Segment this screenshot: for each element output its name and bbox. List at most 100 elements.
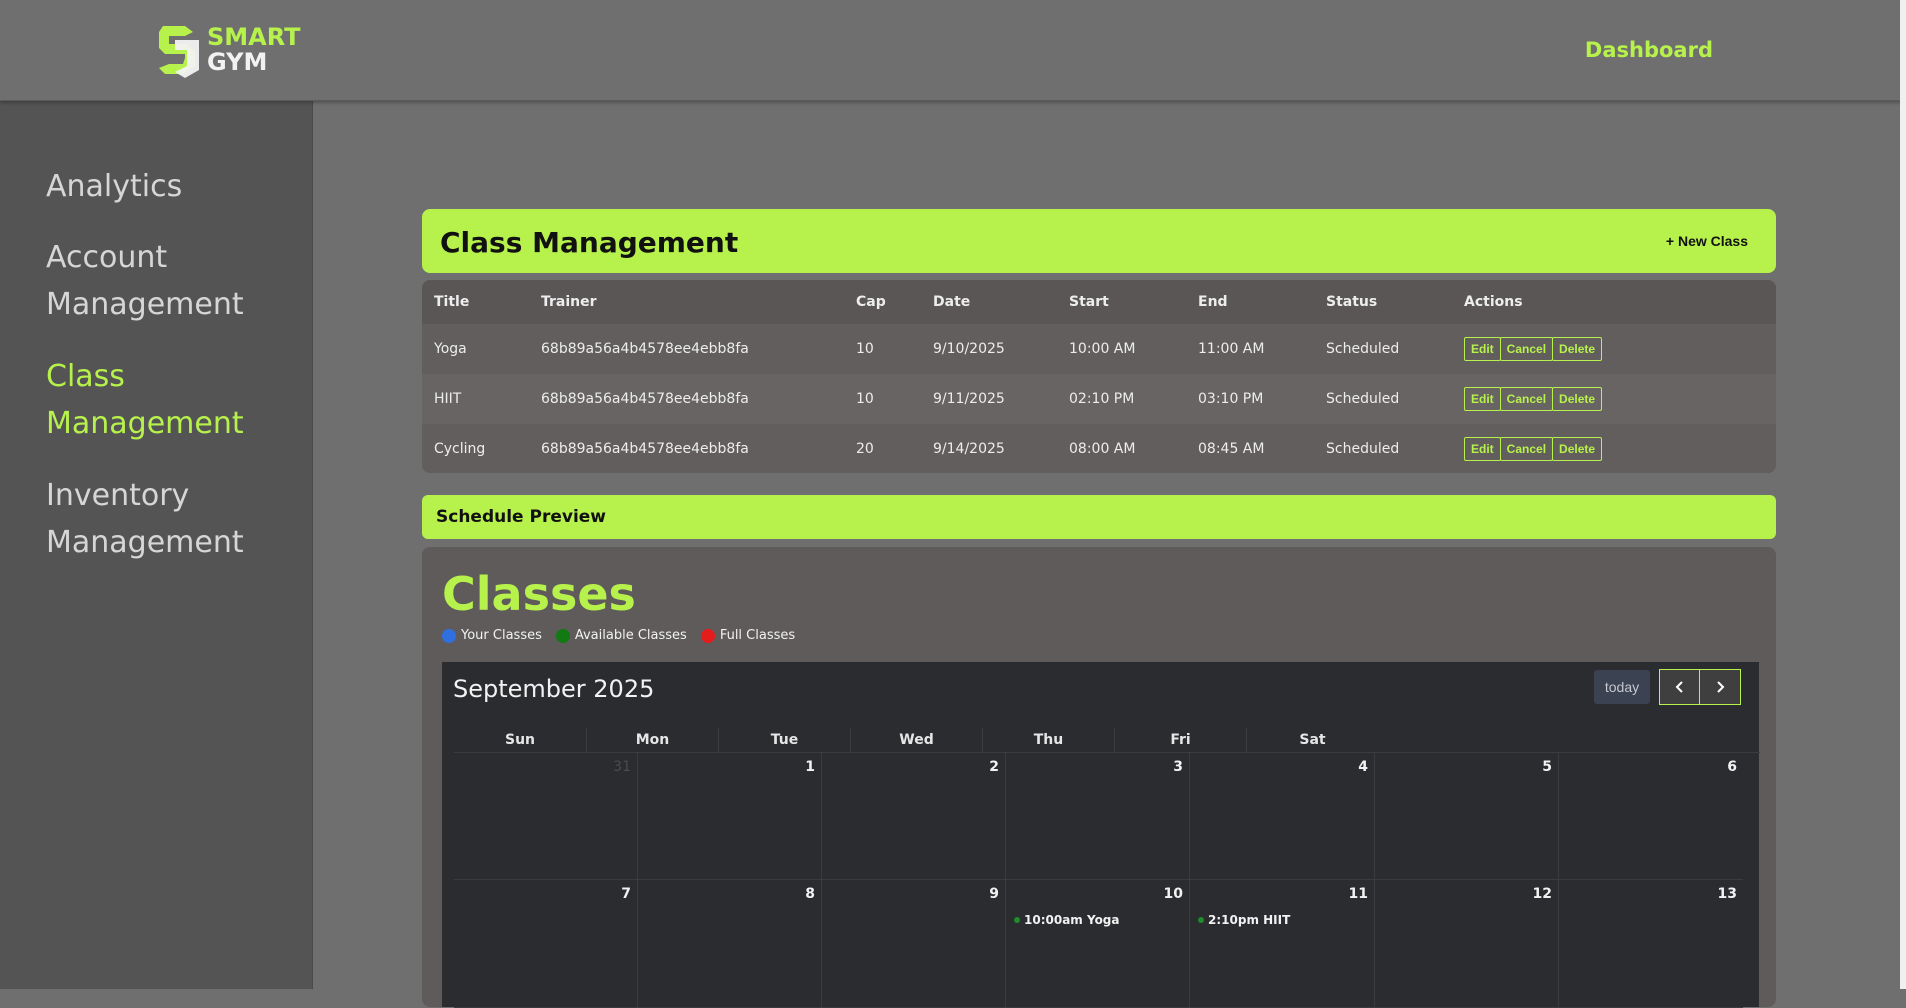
calendar-day-cell[interactable]: 5 bbox=[1374, 753, 1558, 880]
cell-start: 10:00 AM bbox=[1057, 324, 1186, 374]
day-number: 7 bbox=[621, 886, 631, 902]
cell-date: 9/11/2025 bbox=[921, 374, 1057, 424]
weekday-sat: Sat bbox=[1246, 728, 1378, 752]
table-row: HIIT 68b89a56a4b4578ee4ebb8fa 10 9/11/20… bbox=[422, 374, 1776, 424]
table-row: Cycling 68b89a56a4b4578ee4ebb8fa 20 9/14… bbox=[422, 424, 1776, 473]
schedule-preview-header: Schedule Preview bbox=[422, 495, 1776, 539]
cell-status: Scheduled bbox=[1314, 374, 1452, 424]
class-management-header: Class Management + New Class bbox=[422, 209, 1776, 273]
scrollbar[interactable] bbox=[1900, 0, 1906, 989]
cell-trainer: 68b89a56a4b4578ee4ebb8fa bbox=[529, 324, 844, 374]
cell-date: 9/14/2025 bbox=[921, 424, 1057, 473]
cell-cap: 10 bbox=[844, 374, 921, 424]
sidebar: Analytics Account Management Class Manag… bbox=[0, 101, 313, 989]
cell-actions: Edit Cancel Delete bbox=[1452, 324, 1776, 374]
cancel-button[interactable]: Cancel bbox=[1499, 337, 1554, 361]
day-number: 8 bbox=[805, 886, 815, 902]
col-title: Title bbox=[422, 280, 529, 324]
weekday-sun: Sun bbox=[504, 732, 536, 748]
calendar-event[interactable]: 10:00am Yoga bbox=[1014, 913, 1120, 927]
weekday-wed: Wed bbox=[850, 728, 982, 752]
day-number: 12 bbox=[1532, 886, 1552, 902]
day-number: 9 bbox=[989, 886, 999, 902]
cell-title: Cycling bbox=[422, 424, 529, 473]
logo-icon bbox=[159, 26, 199, 78]
weekday-mon: Mon bbox=[586, 728, 718, 752]
schedule-preview-title: Schedule Preview bbox=[436, 507, 607, 527]
next-month-button[interactable] bbox=[1700, 669, 1741, 705]
cell-cap: 20 bbox=[844, 424, 921, 473]
cell-title: HIIT bbox=[422, 374, 529, 424]
event-dot bbox=[1014, 917, 1020, 923]
day-number: 11 bbox=[1348, 886, 1368, 902]
classes-heading: Classes bbox=[442, 567, 636, 621]
legend-label: Full Classes bbox=[719, 628, 796, 643]
calendar: September 2025 today Sun Mon Tue Wed Thu… bbox=[442, 662, 1760, 1008]
prev-month-button[interactable] bbox=[1659, 669, 1700, 705]
event-label: 2:10pm HIIT bbox=[1208, 913, 1291, 927]
top-bar: SMART GYM Dashboard bbox=[0, 0, 1906, 101]
cell-actions: Edit Cancel Delete bbox=[1452, 374, 1776, 424]
sidebar-item-analytics[interactable]: Analytics bbox=[46, 163, 296, 210]
calendar-nav bbox=[1659, 669, 1741, 705]
cell-end: 11:00 AM bbox=[1186, 324, 1314, 374]
chevron-left-icon bbox=[1675, 681, 1683, 693]
table-row: Yoga 68b89a56a4b4578ee4ebb8fa 10 9/10/20… bbox=[422, 324, 1776, 374]
col-actions: Actions bbox=[1452, 280, 1776, 324]
cell-date: 9/10/2025 bbox=[921, 324, 1057, 374]
col-trainer: Trainer bbox=[529, 280, 844, 324]
legend-dot-red bbox=[700, 628, 715, 643]
schedule-preview-panel: Classes Your Classes Available Classes F… bbox=[422, 547, 1776, 1008]
day-number: 5 bbox=[1542, 759, 1552, 775]
day-number: 1 bbox=[805, 759, 815, 775]
classes-table: Title Trainer Cap Date Start End Status … bbox=[422, 280, 1776, 473]
calendar-day-cell[interactable]: 31 bbox=[454, 753, 637, 880]
calendar-grid: 31 1 2 3 4 5 6 7 8 9 10 10:00am Yoga 11 … bbox=[454, 752, 1760, 1008]
calendar-day-cell[interactable]: 2 bbox=[821, 753, 1005, 880]
brand-logo[interactable]: SMART GYM bbox=[155, 22, 301, 78]
sidebar-item-inventory-management[interactable]: Inventory Management bbox=[46, 472, 296, 566]
day-number: 31 bbox=[613, 759, 631, 775]
cell-trainer: 68b89a56a4b4578ee4ebb8fa bbox=[529, 424, 844, 473]
cancel-button[interactable]: Cancel bbox=[1499, 387, 1554, 411]
day-number: 13 bbox=[1717, 886, 1737, 902]
event-label: 10:00am Yoga bbox=[1024, 913, 1120, 927]
col-end: End bbox=[1186, 280, 1314, 324]
brand-line2: GYM bbox=[207, 48, 268, 76]
day-number: 6 bbox=[1727, 759, 1737, 775]
main-content: Class Management + New Class Title Train… bbox=[313, 101, 1900, 1008]
calendar-weekday-header: Sun Mon Tue Wed Thu Fri Sat bbox=[454, 728, 1760, 752]
calendar-day-cell[interactable]: 3 bbox=[1005, 753, 1189, 880]
cell-status: Scheduled bbox=[1314, 324, 1452, 374]
legend-your-classes: Your Classes bbox=[442, 628, 542, 643]
edit-button[interactable]: Edit bbox=[1464, 387, 1501, 411]
delete-button[interactable]: Delete bbox=[1552, 337, 1603, 361]
day-number: 3 bbox=[1173, 759, 1183, 775]
legend-dot-blue bbox=[442, 628, 456, 643]
col-date: Date bbox=[921, 280, 1057, 324]
day-number: 2 bbox=[989, 759, 999, 775]
cancel-button[interactable]: Cancel bbox=[1499, 437, 1554, 461]
weekday-thu: Thu bbox=[982, 728, 1114, 752]
delete-button[interactable]: Delete bbox=[1552, 387, 1603, 411]
legend-label: Available Classes bbox=[574, 628, 687, 643]
calendar-day-cell[interactable]: 4 bbox=[1189, 753, 1374, 880]
edit-button[interactable]: Edit bbox=[1464, 337, 1501, 361]
sidebar-item-class-management[interactable]: Class Management bbox=[46, 353, 296, 447]
legend-label: Your Classes bbox=[461, 628, 542, 643]
cell-end: 08:45 AM bbox=[1186, 424, 1314, 473]
sidebar-item-account-management[interactable]: Account Management bbox=[46, 234, 296, 328]
edit-button[interactable]: Edit bbox=[1464, 437, 1501, 461]
calendar-day-cell[interactable]: 6 bbox=[1558, 753, 1743, 880]
calendar-legend: Your Classes Available Classes Full Clas… bbox=[442, 628, 809, 643]
calendar-event[interactable]: 2:10pm HIIT bbox=[1198, 913, 1290, 927]
chevron-right-icon bbox=[1717, 681, 1725, 693]
delete-button[interactable]: Delete bbox=[1552, 437, 1603, 461]
table-header-row: Title Trainer Cap Date Start End Status … bbox=[422, 280, 1776, 324]
page-title: Class Management bbox=[440, 226, 739, 259]
dashboard-link[interactable]: Dashboard bbox=[1585, 38, 1713, 62]
weekday-fri: Fri bbox=[1114, 728, 1246, 752]
new-class-button[interactable]: + New Class bbox=[1666, 233, 1748, 249]
today-button[interactable]: today bbox=[1594, 670, 1650, 704]
calendar-day-cell[interactable]: 1 bbox=[637, 753, 821, 880]
